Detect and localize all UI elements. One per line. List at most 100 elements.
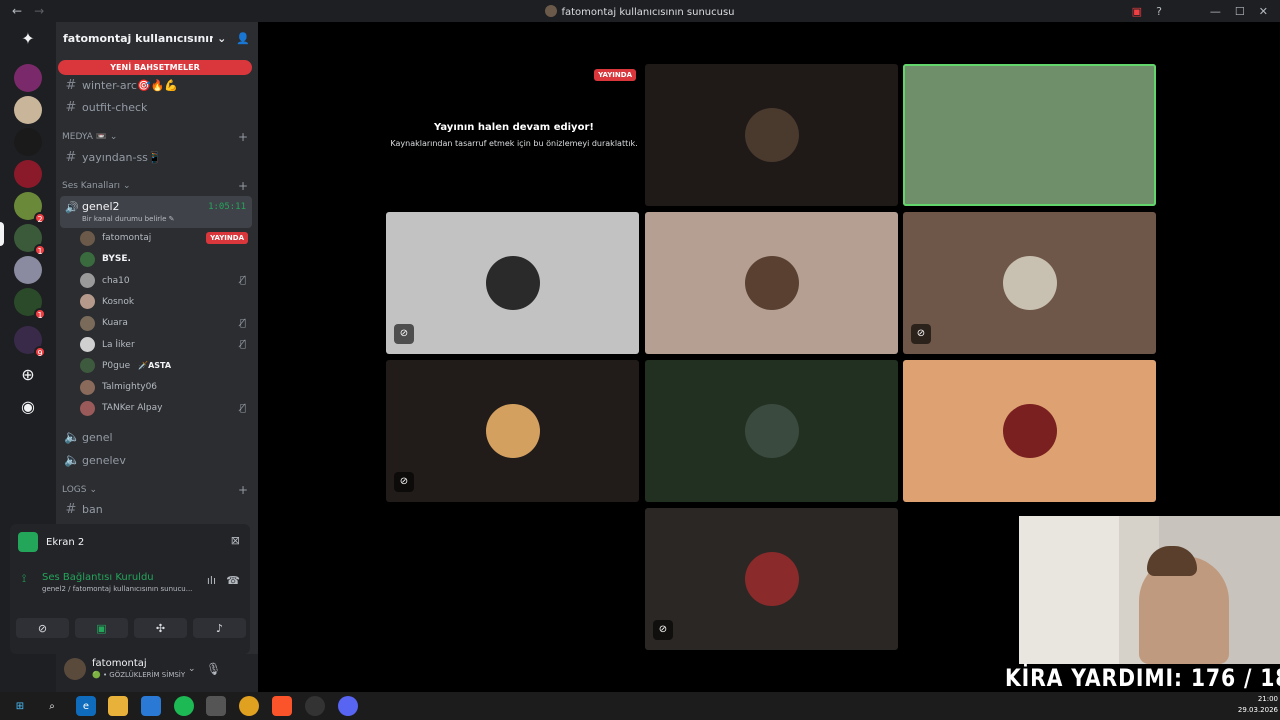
new-mentions-banner[interactable]: YENİ BAHSETMELER	[58, 60, 252, 75]
server-icon[interactable]	[14, 96, 42, 124]
chevron-down-icon: ⌄	[109, 132, 118, 142]
server-icon[interactable]	[14, 160, 42, 188]
voice-channel-genelev[interactable]: 🔈 genelev	[60, 450, 252, 470]
muted-mic-icon: 🎙̸	[239, 275, 246, 287]
server-icon[interactable]: 2	[14, 192, 46, 224]
channel-yayindan-ss[interactable]: # yayından-ss📱	[60, 147, 252, 167]
category-media[interactable]: MEDYA 📼 ⌄ +	[62, 130, 248, 144]
soundboard-button[interactable]: ♪	[193, 618, 246, 638]
store-icon[interactable]	[141, 696, 161, 716]
window-controls: ▣ ? — ☐ ✕	[1132, 0, 1280, 22]
muted-mic-icon: ⊘	[394, 472, 414, 492]
avatar	[745, 552, 799, 606]
explore-icon[interactable]: ◉	[16, 394, 40, 418]
add-channel-icon[interactable]: +	[238, 179, 248, 193]
start-icon[interactable]: ⊞	[10, 696, 30, 716]
channel-winter-arc[interactable]: # winter-arc🎯🔥💪	[60, 75, 252, 95]
voice-member[interactable]: BYSE.	[80, 249, 252, 269]
voice-member[interactable]: P0gue 🗡️ASTA	[80, 356, 252, 376]
activities-button[interactable]: ✣	[134, 618, 187, 638]
avatar	[80, 379, 95, 395]
participant-tile[interactable]: ⊘	[386, 360, 639, 502]
participant-tile[interactable]: ⊘	[386, 212, 639, 354]
muted-mic-icon: 🎙̸	[239, 402, 246, 414]
avatar	[80, 251, 95, 267]
channel-outfit-check[interactable]: # outfit-check	[60, 97, 252, 117]
microphone-icon[interactable]: 🎙	[206, 662, 221, 676]
windows-taskbar: ⊞ ⌕ e 21:00 29.03.2026	[0, 692, 1280, 720]
obs-icon[interactable]	[305, 696, 325, 716]
server-name: fatomontaj kullanıcısının sunu...	[63, 31, 214, 45]
close-button[interactable]: ✕	[1259, 5, 1268, 18]
voice-channel-genel2[interactable]: 🔊 genel2 Bir kanal durumu belirle ✎ 1:05…	[60, 196, 252, 228]
user-status: 🟢 • GÖZLÜKLERİM SİMSİY	[92, 671, 186, 679]
stop-stream-icon[interactable]: ⊠	[231, 534, 240, 547]
server-icon[interactable]	[14, 128, 42, 156]
noise-suppression-icon[interactable]: ılı	[207, 574, 216, 587]
voice-member[interactable]: La İiker 🎙̸	[80, 335, 252, 355]
system-clock[interactable]: 21:00 29.03.2026	[1238, 694, 1278, 716]
stream-paused-tile[interactable]: YAYINDA Yayının halen devam ediyor! Kayn…	[386, 64, 642, 206]
edge-icon[interactable]: e	[76, 696, 96, 716]
connection-status[interactable]: Ses Bağlantısı Kuruldu	[42, 572, 154, 583]
avatar[interactable]	[64, 658, 86, 680]
participant-tile[interactable]	[645, 360, 898, 502]
participant-tile[interactable]: ⊘	[903, 212, 1156, 354]
server-header[interactable]: fatomontaj kullanıcısının sunu... ⌄ 👤	[56, 22, 258, 54]
participant-tile[interactable]	[903, 64, 1156, 206]
participant-tile[interactable]	[645, 212, 898, 354]
speaker-icon: 🔈	[64, 429, 81, 445]
camera-button[interactable]: ⊘	[16, 618, 69, 638]
muted-mic-icon: 🎙̸	[239, 317, 246, 329]
voice-member[interactable]: Kosnok	[80, 292, 252, 312]
category-voice[interactable]: Ses Kanalları ⌄ +	[62, 179, 248, 193]
calculator-icon[interactable]	[206, 696, 226, 716]
minimize-button[interactable]: —	[1210, 5, 1221, 18]
avatar	[1003, 256, 1057, 310]
hash-icon: #	[65, 149, 77, 165]
channel-ban[interactable]: # ban	[60, 499, 252, 519]
server-icon[interactable]: 1	[14, 288, 46, 320]
muted-mic-icon: ⊘	[653, 620, 673, 640]
voice-member[interactable]: Kuara 🎙̸	[80, 313, 252, 333]
disconnect-icon[interactable]: ☎	[226, 574, 240, 587]
server-icon[interactable]	[14, 64, 42, 92]
server-icon[interactable]: 9	[14, 326, 46, 358]
brave-icon[interactable]	[272, 696, 292, 716]
add-channel-icon[interactable]: +	[238, 483, 248, 497]
participant-tile[interactable]	[903, 360, 1156, 502]
invite-icon[interactable]: 👤	[236, 32, 250, 45]
participant-tile[interactable]: ⊘	[645, 508, 898, 650]
voice-timer: 1:05:11	[208, 202, 246, 212]
participant-tile[interactable]	[645, 64, 898, 206]
add-server-icon[interactable]: ⊕	[16, 362, 40, 386]
folder-icon[interactable]	[108, 696, 128, 716]
discord-icon[interactable]	[338, 696, 358, 716]
chevron-down-icon[interactable]: ⌄	[188, 664, 196, 674]
voice-member[interactable]: fatomontaj YAYINDA	[80, 228, 252, 248]
spotify-icon[interactable]	[174, 696, 194, 716]
channel-status[interactable]: Bir kanal durumu belirle ✎	[82, 215, 175, 223]
window-title: fatomontaj kullanıcısının sunucusu	[0, 5, 1280, 18]
avatar	[80, 400, 95, 416]
inbox-icon[interactable]: ▣	[1132, 5, 1142, 18]
add-channel-icon[interactable]: +	[238, 130, 248, 144]
voice-member[interactable]: cha10 🎙̸	[80, 271, 252, 291]
muted-mic-icon: ⊘	[394, 324, 414, 344]
speaker-icon: 🔈	[64, 452, 81, 468]
maximize-button[interactable]: ☐	[1235, 5, 1245, 18]
help-icon[interactable]: ?	[1156, 5, 1162, 18]
voice-member[interactable]: Talmighty06	[80, 377, 252, 397]
share-screen-button[interactable]: ▣	[75, 618, 128, 638]
search-icon[interactable]: ⌕	[42, 696, 62, 716]
server-icon[interactable]	[14, 256, 42, 284]
voice-member[interactable]: TANKer Alpay 🎙̸	[80, 398, 252, 418]
chevron-down-icon: ⌄	[123, 181, 131, 191]
voice-channel-genel[interactable]: 🔈 genel	[60, 427, 252, 447]
chrome-icon[interactable]	[239, 696, 259, 716]
server-icon[interactable]: 1	[14, 224, 46, 256]
server-avatar-icon	[545, 5, 558, 17]
category-logs[interactable]: LOGS ⌄ +	[62, 483, 248, 497]
discord-home-icon[interactable]: ✦	[16, 26, 40, 50]
speaker-icon: 🔊	[65, 201, 79, 214]
